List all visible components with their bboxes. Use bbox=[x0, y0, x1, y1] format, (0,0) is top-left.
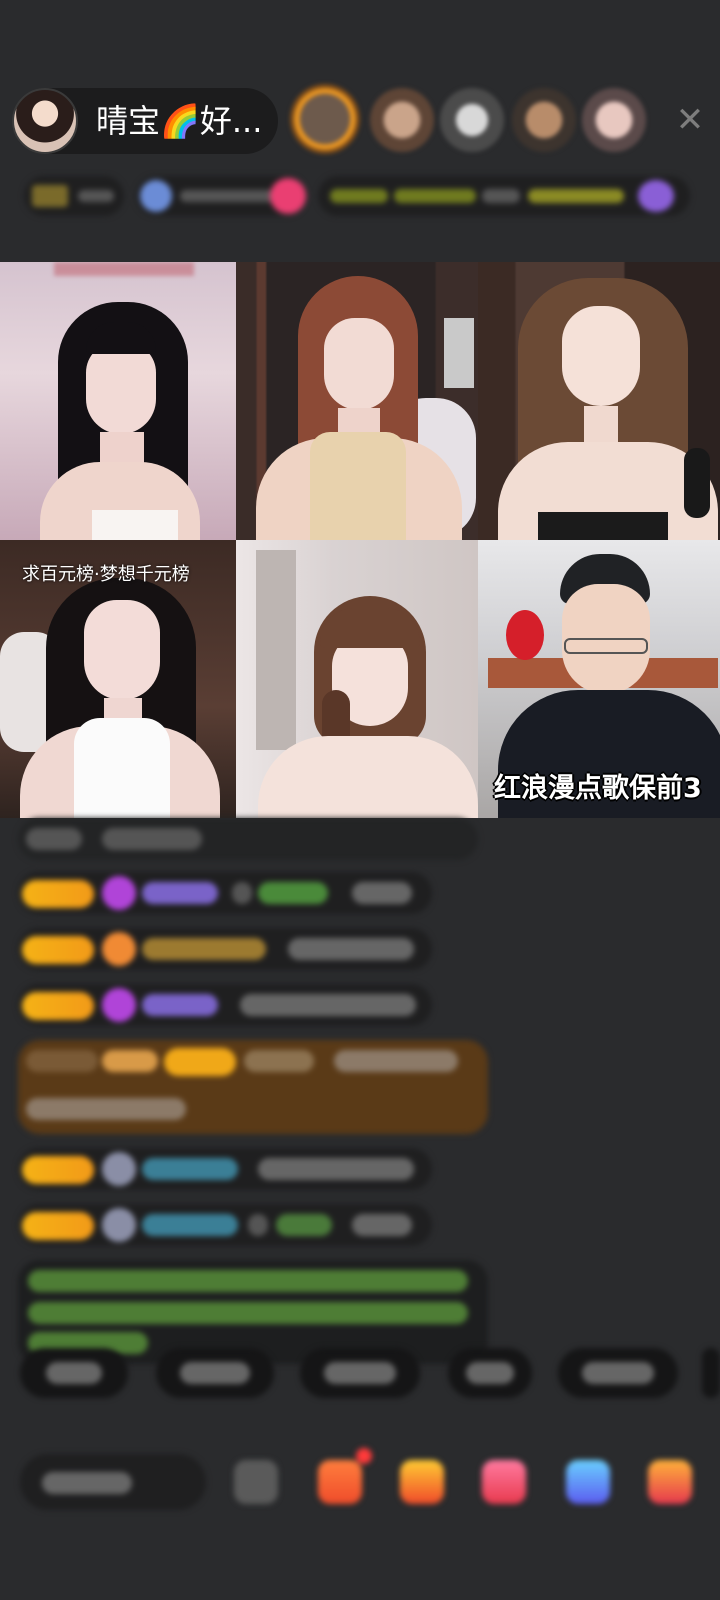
guest-face bbox=[562, 306, 640, 406]
guest-label-4: 求百元榜·梦想千元榜 bbox=[22, 564, 190, 585]
guest-video-6[interactable]: 红浪漫点歌保前3 bbox=[478, 540, 720, 818]
chat-message[interactable] bbox=[18, 872, 432, 914]
lucky-bag-icon[interactable] bbox=[400, 1460, 444, 1504]
guest-neck bbox=[584, 406, 618, 446]
guest-face bbox=[86, 342, 156, 434]
activity-icon[interactable] bbox=[566, 1460, 610, 1504]
guest-top bbox=[538, 512, 668, 540]
host-avatar[interactable] bbox=[12, 88, 78, 154]
red-toy bbox=[506, 610, 544, 660]
multi-guest-video-grid: 求百元榜·梦想千元榜 红浪漫点歌保前3 bbox=[0, 262, 720, 818]
guest-label-6: 红浪漫点歌保前3 bbox=[494, 773, 702, 804]
quick-action-button[interactable] bbox=[156, 1348, 274, 1398]
top-caption bbox=[54, 262, 194, 276]
gift-box-icon[interactable] bbox=[648, 1460, 692, 1504]
chat-message[interactable] bbox=[18, 928, 432, 970]
guest-face bbox=[324, 318, 394, 410]
quick-action-button[interactable] bbox=[448, 1348, 532, 1398]
notification-dot bbox=[356, 1448, 372, 1464]
red-packet-icon[interactable] bbox=[318, 1460, 362, 1504]
chat-message[interactable] bbox=[18, 1204, 432, 1246]
wall-frame bbox=[444, 318, 474, 388]
ranking-chip[interactable] bbox=[24, 176, 124, 216]
guest-video-5[interactable] bbox=[236, 540, 478, 818]
microphone bbox=[684, 448, 710, 518]
guest-video-2[interactable] bbox=[236, 262, 478, 540]
top-viewer-avatar-2[interactable] bbox=[370, 88, 434, 152]
hot-chip[interactable] bbox=[136, 176, 306, 216]
chat-input[interactable] bbox=[20, 1454, 206, 1510]
guest-bangs bbox=[320, 608, 420, 648]
quick-action-button[interactable] bbox=[300, 1348, 420, 1398]
guest-top bbox=[92, 510, 178, 540]
guest-video-4[interactable]: 求百元榜·梦想千元榜 bbox=[0, 540, 236, 818]
quick-action-button[interactable] bbox=[20, 1348, 128, 1398]
guest-video-3[interactable] bbox=[478, 262, 720, 540]
guest-shoulders bbox=[258, 736, 478, 818]
close-icon[interactable]: ✕ bbox=[670, 100, 710, 140]
chat-message[interactable] bbox=[18, 984, 432, 1026]
glasses bbox=[564, 638, 648, 654]
top-viewer-avatar-3[interactable] bbox=[440, 88, 504, 152]
curtain bbox=[256, 550, 296, 750]
emoji-icon[interactable] bbox=[234, 1460, 278, 1504]
host-name: 晴宝🌈好... bbox=[96, 102, 263, 140]
chat-message[interactable] bbox=[18, 818, 478, 860]
guest-video-1[interactable] bbox=[0, 262, 236, 540]
quick-action-button[interactable] bbox=[558, 1348, 678, 1398]
top-viewer-avatar-4[interactable] bbox=[512, 88, 576, 152]
guest-top bbox=[74, 718, 170, 818]
top-viewer-avatar-5[interactable] bbox=[582, 88, 646, 152]
host-profile-pill[interactable]: 晴宝🌈好... bbox=[12, 88, 278, 154]
top-viewer-avatar-1[interactable] bbox=[290, 84, 360, 154]
chat-message-highlight[interactable] bbox=[18, 1040, 488, 1134]
quick-action-button[interactable] bbox=[702, 1348, 720, 1398]
chat-message[interactable] bbox=[18, 1148, 432, 1190]
heart-gift-icon[interactable] bbox=[482, 1460, 526, 1504]
guest-face bbox=[84, 600, 160, 700]
activity-chip[interactable] bbox=[318, 176, 690, 216]
guest-top bbox=[310, 432, 406, 540]
